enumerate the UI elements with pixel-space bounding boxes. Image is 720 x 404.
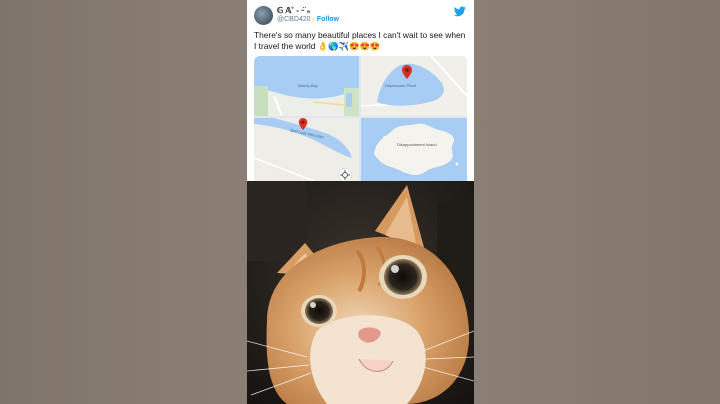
map-pin-icon <box>298 118 308 130</box>
tweet-text: There's so many beautiful places I can't… <box>254 30 466 51</box>
location-target-icon[interactable] <box>338 168 352 181</box>
user-handle: @CBD420 <box>277 16 311 23</box>
display-name: 𝔾 𝔸˚ - ᵕ̈ ₉ <box>277 6 311 15</box>
blurred-background-left <box>0 0 247 404</box>
map-tile-3[interactable]: Bad Luck Mountain <box>254 118 359 181</box>
separator-dot: · <box>312 16 315 23</box>
map-label-1: Misery Bay <box>298 83 318 88</box>
follow-link[interactable]: Follow <box>317 16 339 23</box>
map-4-graphic <box>361 118 467 181</box>
short-video-frame[interactable]: 𝔾 𝔸˚ - ᵕ̈ ₉ @CBD420 · Follow There's so … <box>247 0 474 404</box>
map-label-4: Disappointment Island <box>397 142 437 147</box>
map-tile-1[interactable]: Misery Bay <box>254 56 359 116</box>
map-tile-2[interactable]: Depression Pond <box>361 56 467 116</box>
cat-photo <box>247 181 474 404</box>
map-label-2: Depression Pond <box>385 83 416 88</box>
twitter-bird-icon <box>454 6 466 17</box>
blurred-background-right <box>474 0 720 404</box>
map-pin-icon <box>402 65 412 79</box>
handle-row: @CBD420 · Follow <box>277 16 339 23</box>
map-tile-4[interactable]: Disappointment Island <box>361 118 467 181</box>
avatar <box>254 6 273 25</box>
map-image-grid[interactable]: Misery Bay Depression Pond Bad Luck Moun… <box>254 56 467 181</box>
tweet-card: 𝔾 𝔸˚ - ᵕ̈ ₉ @CBD420 · Follow There's so … <box>247 0 474 181</box>
cat-photo-graphic <box>247 181 474 404</box>
